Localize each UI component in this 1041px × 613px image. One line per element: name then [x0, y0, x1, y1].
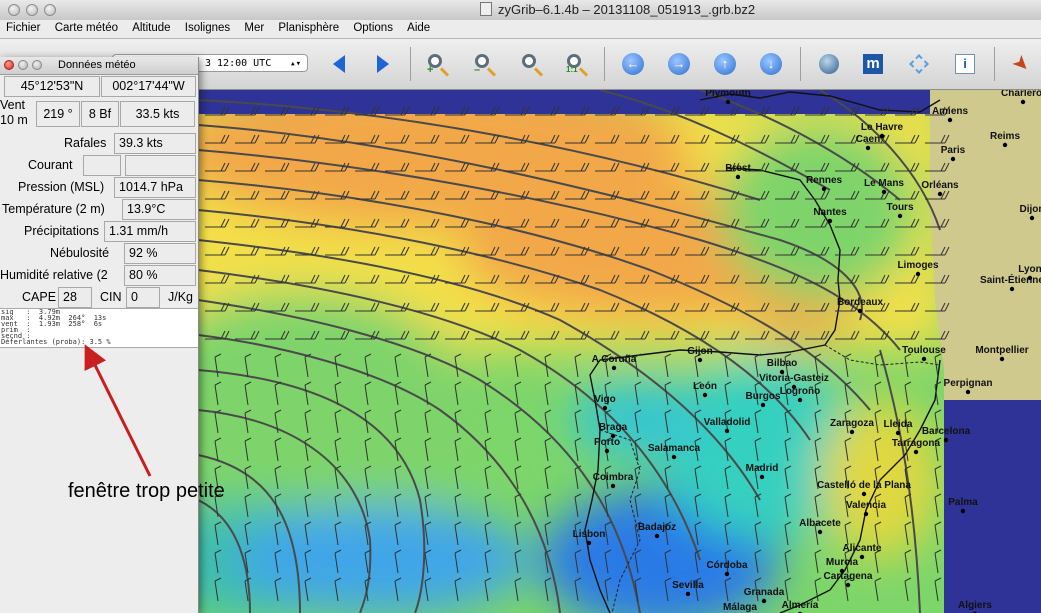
annotation-text: fenêtre trop petite [68, 480, 225, 502]
annotation-arrow [84, 344, 152, 477]
